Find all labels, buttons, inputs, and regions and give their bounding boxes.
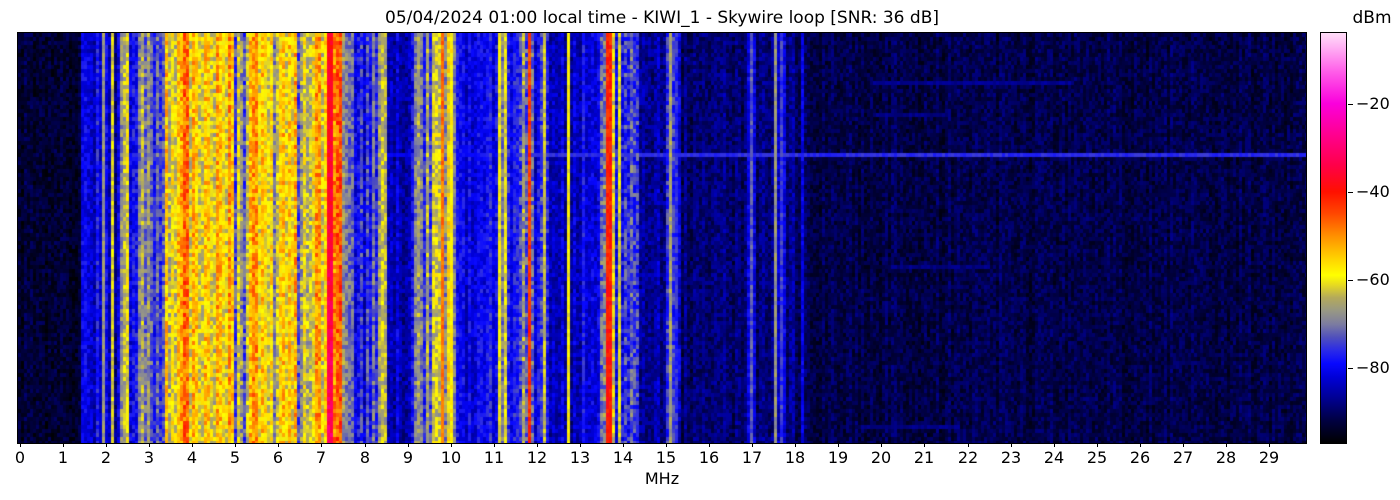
x-axis-tick: [106, 443, 107, 447]
x-axis-tick: [494, 443, 495, 447]
x-axis-tick: [451, 443, 452, 447]
x-axis-tick-label: 4: [186, 448, 198, 467]
x-axis-tick-label: 18: [784, 448, 806, 467]
colorbar-tick-label: −20: [1356, 94, 1390, 113]
x-axis-tick-label: 17: [741, 448, 763, 467]
colorbar-tick-label: −80: [1356, 358, 1390, 377]
x-axis-tick-label: 10: [440, 448, 462, 467]
x-axis-tick: [1226, 443, 1227, 447]
x-axis-tick-label: 29: [1258, 448, 1280, 467]
x-axis-tick-label: 26: [1129, 448, 1151, 467]
x-axis-tick: [1011, 443, 1012, 447]
x-axis-tick-label: 21: [913, 448, 935, 467]
colorbar-gradient: [1321, 33, 1346, 443]
x-axis-tick: [623, 443, 624, 447]
x-axis-tick-label: 2: [100, 448, 112, 467]
x-axis-label: MHz: [644, 469, 680, 488]
x-axis-tick: [63, 443, 64, 447]
chart-title: 05/04/2024 01:00 local time - KIWI_1 - S…: [385, 8, 939, 28]
x-axis-tick: [580, 443, 581, 447]
x-axis-tick-label: 12: [526, 448, 548, 467]
x-axis-tick: [666, 443, 667, 447]
x-axis-tick-label: 5: [229, 448, 241, 467]
x-axis-tick: [838, 443, 839, 447]
x-axis-tick: [192, 443, 193, 447]
x-axis-tick: [365, 443, 366, 447]
x-axis-tick: [881, 443, 882, 447]
colorbar-unit-label: dBm: [1352, 8, 1392, 28]
x-axis-tick-label: 13: [569, 448, 591, 467]
x-axis-tick: [1054, 443, 1055, 447]
x-axis-tick: [709, 443, 710, 447]
spectrogram-figure: 05/04/2024 01:00 local time - KIWI_1 - S…: [0, 0, 1400, 500]
x-axis-tick-label: 24: [1043, 448, 1065, 467]
x-axis-tick-label: 14: [612, 448, 634, 467]
colorbar-tick: [1348, 104, 1353, 105]
colorbar-tick: [1348, 368, 1353, 369]
colorbar-tick-label: −40: [1356, 182, 1390, 201]
x-axis-tick: [752, 443, 753, 447]
spectrogram-canvas: [18, 33, 1306, 443]
x-axis-tick: [537, 443, 538, 447]
colorbar-tick: [1348, 192, 1353, 193]
x-axis-tick-label: 27: [1172, 448, 1194, 467]
x-axis-tick: [278, 443, 279, 447]
x-axis-tick: [20, 443, 21, 447]
colorbar-tick: [1348, 280, 1353, 281]
x-axis-tick-label: 19: [827, 448, 849, 467]
x-axis-tick: [235, 443, 236, 447]
x-axis-tick-label: 15: [655, 448, 677, 467]
x-axis-tick-label: 3: [143, 448, 155, 467]
colorbar: [1320, 32, 1347, 444]
x-axis-tick-label: 25: [1086, 448, 1108, 467]
x-axis-tick-label: 6: [272, 448, 284, 467]
x-axis-tick: [795, 443, 796, 447]
x-axis-tick-label: 11: [483, 448, 505, 467]
x-axis-tick-label: 9: [402, 448, 414, 467]
x-axis-tick: [1140, 443, 1141, 447]
x-axis-tick: [1097, 443, 1098, 447]
x-axis-tick-label: 22: [957, 448, 979, 467]
x-axis-tick: [1183, 443, 1184, 447]
x-axis-tick-label: 16: [698, 448, 720, 467]
x-axis-tick: [968, 443, 969, 447]
x-axis-tick: [924, 443, 925, 447]
colorbar-tick-label: −60: [1356, 270, 1390, 289]
x-axis-tick: [1269, 443, 1270, 447]
x-axis-tick-label: 1: [57, 448, 69, 467]
x-axis-tick-label: 28: [1215, 448, 1237, 467]
spectrogram-plot: [17, 32, 1307, 444]
x-axis-tick-label: 20: [870, 448, 892, 467]
x-axis-tick-label: 23: [1000, 448, 1022, 467]
x-axis-tick-label: 7: [315, 448, 327, 467]
x-axis-tick-label: 0: [14, 448, 26, 467]
x-axis-tick: [149, 443, 150, 447]
x-axis-tick: [321, 443, 322, 447]
x-axis-tick-label: 8: [359, 448, 371, 467]
x-axis-tick: [408, 443, 409, 447]
